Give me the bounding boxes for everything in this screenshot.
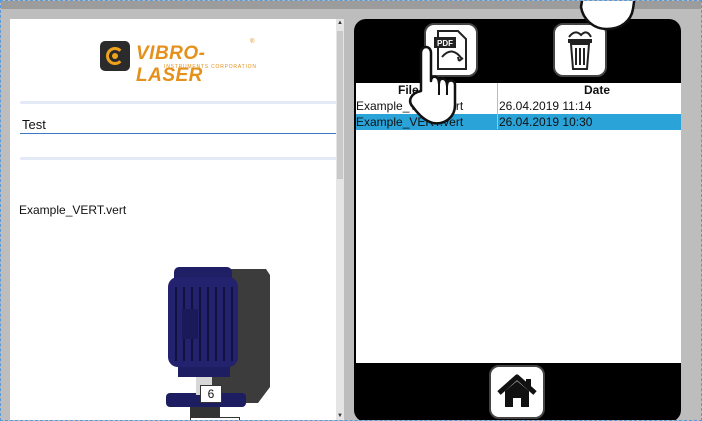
left-panel: VIBRO-LASER INSTRUMENTS CORPORATION ® Ex… (10, 19, 343, 420)
home-button[interactable] (489, 365, 545, 419)
scroll-up-icon[interactable]: ▲ (336, 19, 344, 27)
field-top-divider (20, 101, 342, 104)
column-divider (497, 83, 498, 129)
column-header-date[interactable]: Date (584, 83, 610, 97)
name-input[interactable] (20, 115, 342, 134)
date-cell: 26.04.2019 10:30 (499, 115, 593, 129)
date-cell: 26.04.2019 11:14 (499, 99, 592, 113)
current-file-label: Example_VERT.vert (19, 203, 127, 217)
left-scrollbar[interactable]: ▲ ▼ (336, 19, 344, 420)
field-bottom-divider (20, 157, 342, 160)
home-icon (497, 374, 537, 407)
logo-mark-icon (100, 41, 130, 71)
motor-top-value: 6 (200, 385, 222, 403)
pointing-hand-icon (409, 45, 457, 125)
motor-illustration: 6 102 (160, 253, 290, 420)
logo-tagline: INSTRUMENTS CORPORATION (164, 64, 257, 70)
motor-bottom-value: 102 (190, 417, 240, 420)
logo-registered-mark: ® (250, 39, 255, 45)
scroll-thumb[interactable] (337, 31, 343, 179)
brand-logo: VIBRO-LASER INSTRUMENTS CORPORATION ® (100, 39, 260, 86)
pointing-hand-icon-top (579, 1, 636, 31)
screen-frame: VIBRO-LASER INSTRUMENTS CORPORATION ® Ex… (0, 0, 702, 421)
motor-image (166, 267, 270, 420)
scroll-down-icon[interactable]: ▼ (336, 412, 344, 420)
